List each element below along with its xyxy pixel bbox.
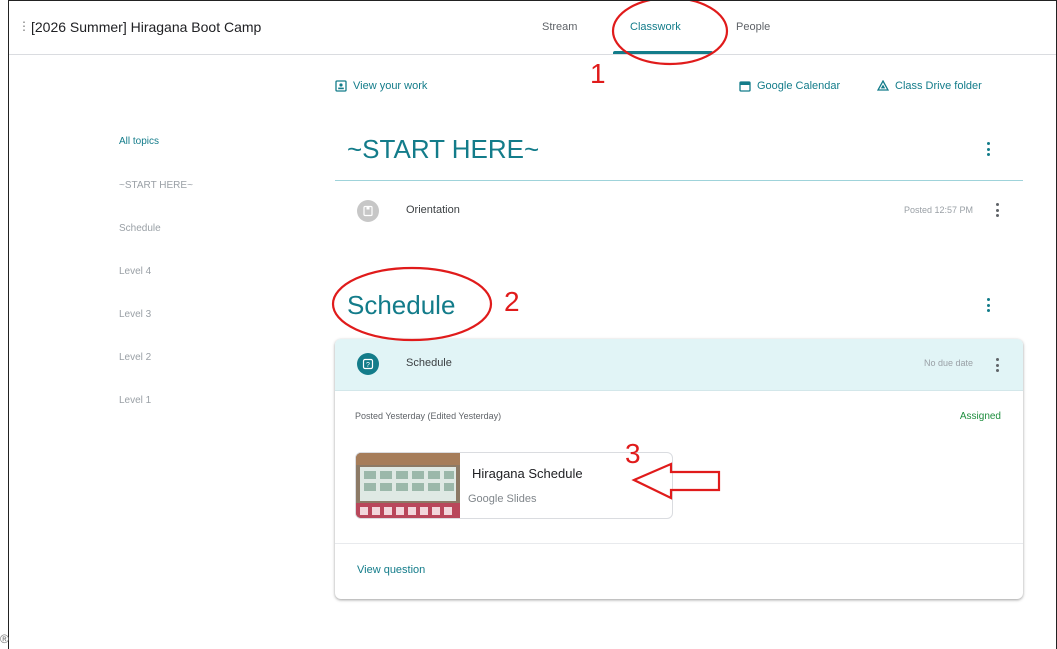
annotation-overlay xyxy=(331,1,729,500)
annotation-arrow xyxy=(631,462,721,500)
annotation-circle-1 xyxy=(611,1,729,66)
annotation-number-1: 1 xyxy=(590,58,606,89)
annotation-number-3: 3 xyxy=(625,438,641,469)
annotation-circle-2 xyxy=(331,266,493,342)
annotation-number-2: 2 xyxy=(504,286,520,317)
app-frame: ⋮ [2026 Summer] Hiragana Boot Camp Strea… xyxy=(8,0,1057,649)
help-icon[interactable]: ® xyxy=(0,632,9,646)
